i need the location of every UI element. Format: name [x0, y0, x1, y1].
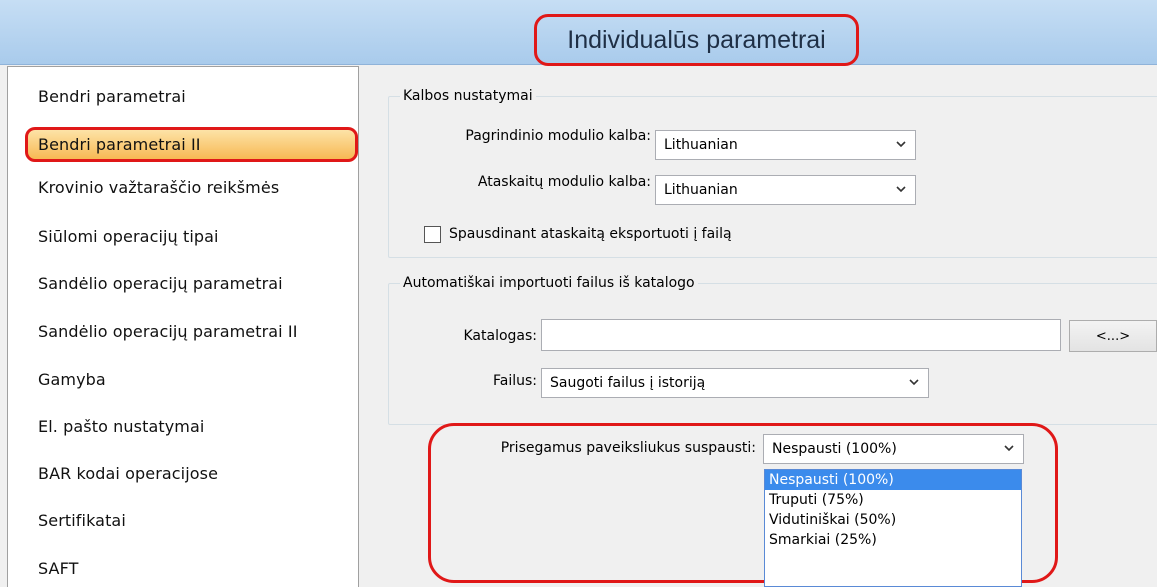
- sidebar-item-krovinio-vaztarascio[interactable]: Krovinio važtaraščio reikšmės: [38, 178, 279, 197]
- sidebar-item-sandelio-operaciju-parametrai[interactable]: Sandėlio operacijų parametrai: [38, 274, 283, 293]
- sidebar-item-gamyba[interactable]: Gamyba: [38, 370, 106, 389]
- sidebar-item-sertifikatai[interactable]: Sertifikatai: [38, 511, 126, 530]
- sidebar-item-siulomi-operaciju-tipai[interactable]: Siūlomi operacijų tipai: [38, 227, 219, 246]
- auto-import-title: Automatiškai importuoti failus iš katalo…: [400, 275, 698, 291]
- browse-button[interactable]: <...>: [1069, 320, 1157, 352]
- sidebar-item-sandelio-operaciju-parametrai-ii[interactable]: Sandėlio operacijų parametrai II: [38, 322, 298, 341]
- catalog-input[interactable]: [541, 319, 1061, 351]
- files-value: Saugoti failus į istoriją: [550, 375, 706, 391]
- reports-module-language-value: Lithuanian: [664, 182, 738, 198]
- main-module-language-value: Lithuanian: [664, 137, 738, 153]
- export-report-checkbox[interactable]: [424, 226, 441, 243]
- files-label: Failus:: [492, 373, 537, 389]
- reports-module-language-select[interactable]: Lithuanian: [655, 175, 916, 205]
- compression-option-100[interactable]: Nespausti (100%): [765, 470, 1021, 490]
- main-module-language-select[interactable]: Lithuanian: [655, 130, 916, 160]
- sidebar-item-bar-kodai[interactable]: BAR kodai operacijose: [38, 464, 218, 483]
- sidebar-item-bendri-parametrai[interactable]: Bendri parametrai: [38, 87, 186, 106]
- chevron-down-icon: [909, 379, 919, 386]
- compression-value: Nespausti (100%): [772, 441, 897, 457]
- compression-label: Prisegamus paveiksliukus suspausti:: [500, 440, 756, 456]
- sidebar-item-el-pasto-nustatymai[interactable]: El. pašto nustatymai: [38, 417, 204, 436]
- export-report-checkbox-label: Spausdinant ataskaitą eksportuoti į fail…: [449, 226, 732, 242]
- page-title: Individualūs parametrai: [534, 14, 859, 66]
- compression-option-75[interactable]: Truputi (75%): [765, 490, 1021, 510]
- main-module-language-label: Pagrindinio modulio kalba:: [465, 128, 651, 144]
- catalog-label: Katalogas:: [463, 328, 537, 344]
- chevron-down-icon: [896, 186, 906, 193]
- reports-module-language-label: Ataskaitų modulio kalba:: [477, 174, 651, 190]
- chevron-down-icon: [1004, 445, 1014, 452]
- sidebar: Bendri parametrai Bendri parametrai II K…: [7, 66, 359, 587]
- sidebar-item-saft[interactable]: SAFT: [38, 559, 79, 578]
- compression-dropdown-list: Nespausti (100%) Truputi (75%) Vidutiniš…: [764, 469, 1022, 587]
- compression-option-25[interactable]: Smarkiai (25%): [765, 530, 1021, 550]
- chevron-down-icon: [896, 141, 906, 148]
- auto-import-group: [388, 283, 1157, 425]
- language-settings-title: Kalbos nustatymai: [400, 88, 536, 104]
- sidebar-item-bendri-parametrai-ii[interactable]: Bendri parametrai II: [25, 127, 358, 162]
- window-header: Individualūs parametrai: [0, 0, 1157, 66]
- compression-option-50[interactable]: Vidutiniškai (50%): [765, 510, 1021, 530]
- compression-select[interactable]: Nespausti (100%): [763, 434, 1024, 464]
- files-select[interactable]: Saugoti failus į istoriją: [541, 368, 929, 398]
